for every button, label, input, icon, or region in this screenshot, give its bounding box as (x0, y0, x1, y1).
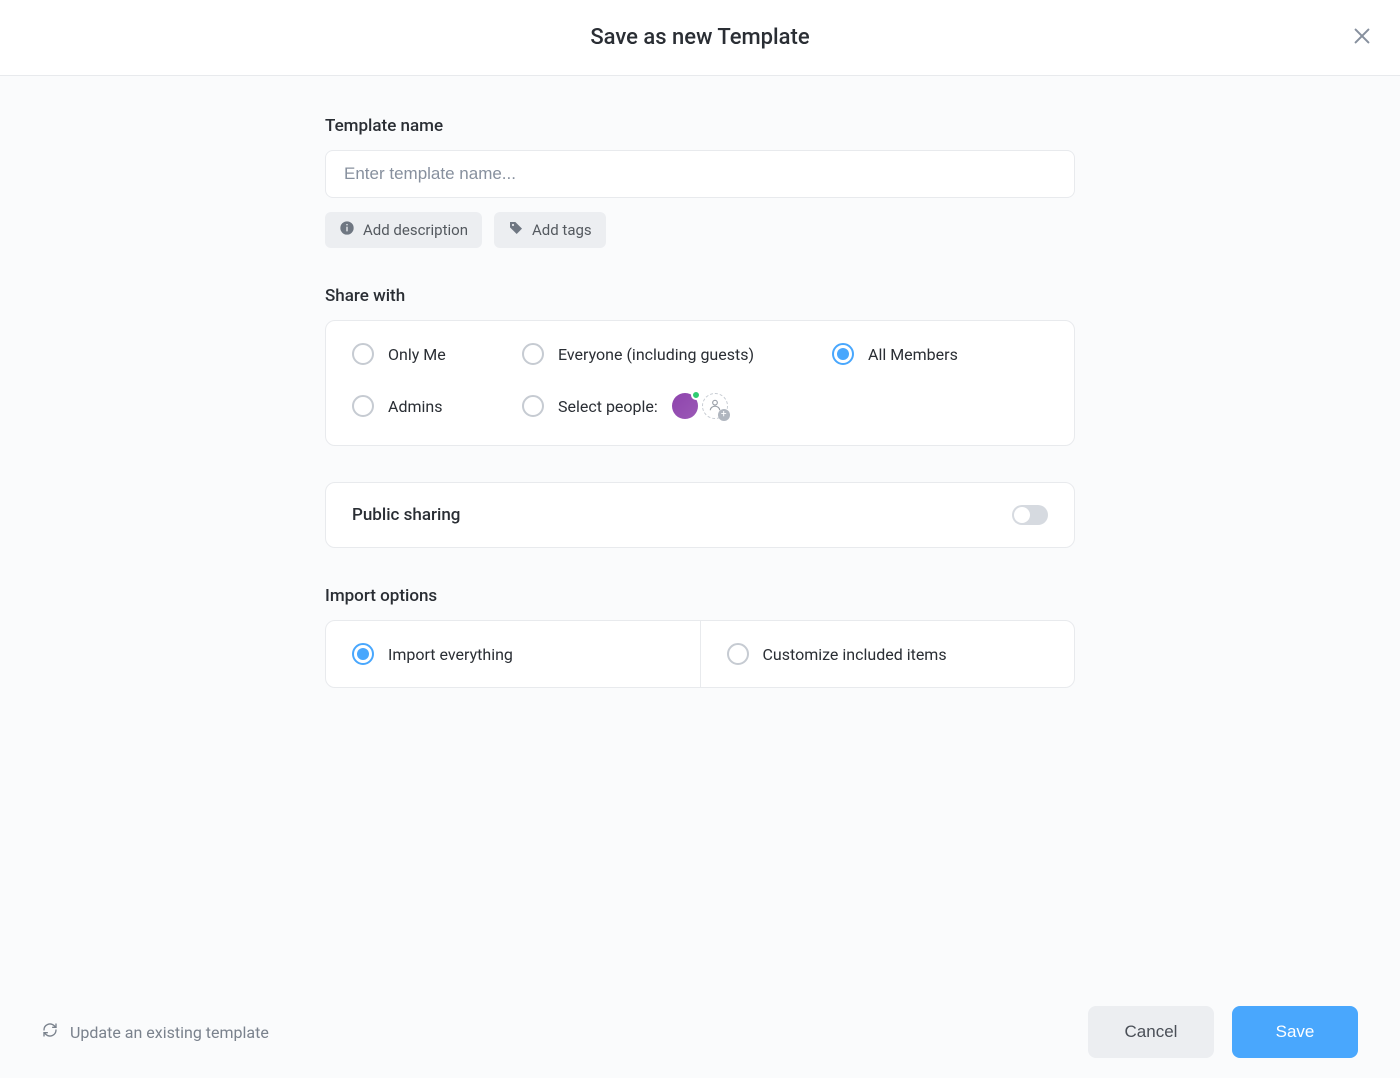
radio-icon (352, 343, 374, 365)
tag-icon (508, 220, 524, 240)
public-sharing-label: Public sharing (352, 505, 460, 525)
update-existing-template-label: Update an existing template (70, 1023, 269, 1042)
template-name-input[interactable] (325, 150, 1075, 198)
modal-header: Save as new Template (0, 0, 1400, 76)
share-option-label: All Members (868, 345, 958, 364)
share-option-label: Admins (388, 397, 442, 416)
footer-actions: Cancel Save (1088, 1006, 1358, 1058)
radio-icon (727, 643, 749, 665)
share-option-all-members[interactable]: All Members (832, 343, 1048, 365)
share-option-admins[interactable]: Admins (352, 395, 522, 417)
close-button[interactable] (1348, 24, 1376, 52)
import-option-customize[interactable]: Customize included items (701, 621, 1075, 687)
import-option-label: Import everything (388, 645, 513, 664)
modal-footer: Update an existing template Cancel Save (0, 986, 1400, 1078)
share-option-label: Select people: (558, 397, 658, 416)
update-existing-template-link[interactable]: Update an existing template (42, 1022, 269, 1042)
radio-icon (832, 343, 854, 365)
share-option-only-me[interactable]: Only Me (352, 343, 522, 365)
add-description-label: Add description (363, 221, 468, 239)
avatar[interactable] (672, 393, 698, 419)
info-icon (339, 220, 355, 240)
radio-icon (522, 343, 544, 365)
save-button[interactable]: Save (1232, 1006, 1358, 1058)
import-option-label: Customize included items (763, 645, 947, 664)
people-avatars: + (672, 393, 728, 419)
add-tags-label: Add tags (532, 221, 592, 239)
refresh-icon (42, 1022, 58, 1042)
template-name-label: Template name (325, 116, 1075, 136)
close-icon (1351, 25, 1373, 51)
presence-dot-icon (691, 390, 701, 400)
add-tags-chip[interactable]: Add tags (494, 212, 606, 248)
share-option-select-people[interactable]: Select people: (522, 395, 658, 417)
import-options-label: Import options (325, 586, 1075, 606)
share-with-label: Share with (325, 286, 1075, 306)
radio-icon (352, 643, 374, 665)
modal-body: Template name Add description Add tags S… (0, 76, 1400, 986)
share-panel: Only Me Everyone (including guests) All … (325, 320, 1075, 446)
share-option-label: Everyone (including guests) (558, 345, 754, 364)
add-person-button[interactable]: + (702, 393, 728, 419)
chip-row: Add description Add tags (325, 212, 1075, 248)
share-option-label: Only Me (388, 345, 446, 364)
save-template-modal: Save as new Template Template name Add d… (0, 0, 1400, 1078)
toggle-knob-icon (1014, 507, 1030, 523)
plus-icon: + (718, 409, 730, 421)
radio-icon (522, 395, 544, 417)
public-sharing-toggle[interactable] (1012, 505, 1048, 525)
radio-icon (352, 395, 374, 417)
cancel-button[interactable]: Cancel (1088, 1006, 1214, 1058)
add-description-chip[interactable]: Add description (325, 212, 482, 248)
share-option-everyone[interactable]: Everyone (including guests) (522, 343, 832, 365)
public-sharing-panel: Public sharing (325, 482, 1075, 548)
modal-title: Save as new Template (590, 25, 809, 50)
import-panel: Import everything Customize included ite… (325, 620, 1075, 688)
import-option-everything[interactable]: Import everything (326, 621, 701, 687)
